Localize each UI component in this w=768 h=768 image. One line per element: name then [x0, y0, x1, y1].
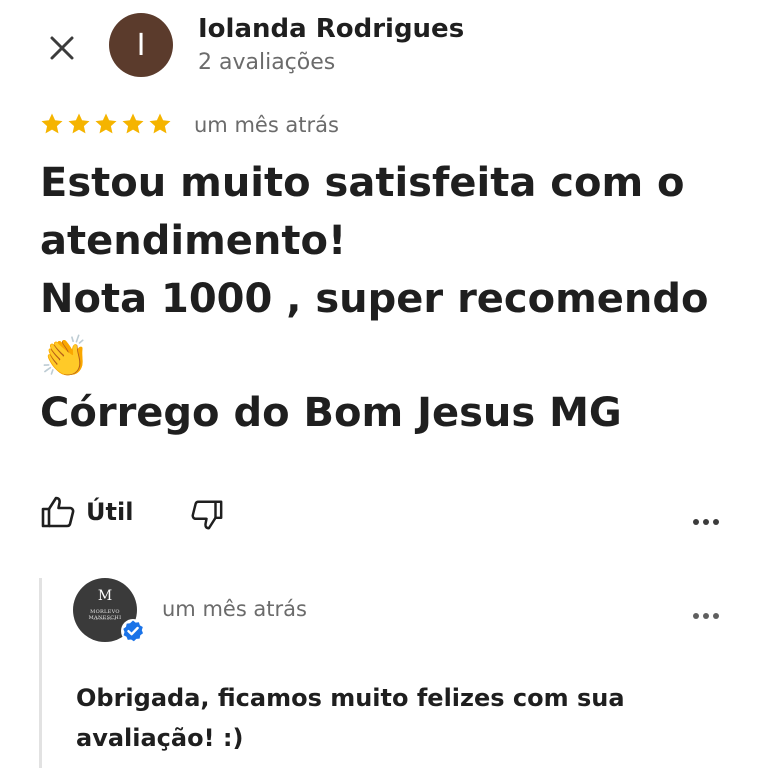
more-horizontal-icon — [691, 499, 721, 532]
verified-badge-icon — [121, 619, 145, 643]
reply-more-button[interactable] — [686, 594, 726, 624]
owner-logo-letter: M — [97, 588, 113, 604]
close-button[interactable] — [40, 26, 84, 70]
reply-text: Obrigada, ficamos muito felizes com sua … — [76, 678, 736, 758]
star-icon — [149, 113, 171, 134]
thumbs-up-icon — [41, 496, 75, 528]
review-text-line: Córrego do Bom Jesus MG — [40, 390, 622, 436]
star-icon — [68, 113, 90, 134]
useful-label: Útil — [86, 498, 134, 526]
reviewer-review-count: 2 avaliações — [198, 50, 336, 75]
reply-text-line: Obrigada, ficamos muito felizes com sua — [76, 684, 625, 712]
close-icon — [50, 36, 74, 60]
reply-time: um mês atrás — [162, 597, 307, 621]
review-text-line: Estou muito satisfeita com o — [40, 160, 685, 206]
more-horizontal-icon — [691, 593, 721, 626]
reply-divider — [39, 578, 42, 768]
reviewer-avatar-initial: I — [136, 27, 146, 63]
star-icon — [95, 113, 117, 134]
star-icon — [122, 113, 144, 134]
review-text-line: atendimento! — [40, 218, 347, 264]
thumbs-down-icon — [191, 500, 223, 530]
not-useful-button[interactable] — [188, 496, 226, 534]
review-text-line: Nota 1000 , super recomendo — [40, 276, 709, 322]
star-icon — [41, 113, 63, 134]
star-rating — [40, 112, 172, 136]
review-more-button[interactable] — [686, 500, 726, 530]
reviewer-name[interactable]: Iolanda Rodrigues — [198, 14, 464, 44]
useful-button[interactable]: Útil — [40, 494, 133, 530]
reply-text-line: avaliação! :) — [76, 724, 244, 752]
review-text: Estou muito satisfeita com o atendimento… — [40, 154, 740, 442]
reviewer-avatar[interactable]: I — [109, 13, 173, 77]
review-time: um mês atrás — [194, 113, 339, 137]
clapping-hands-emoji: 👏 — [40, 334, 90, 380]
